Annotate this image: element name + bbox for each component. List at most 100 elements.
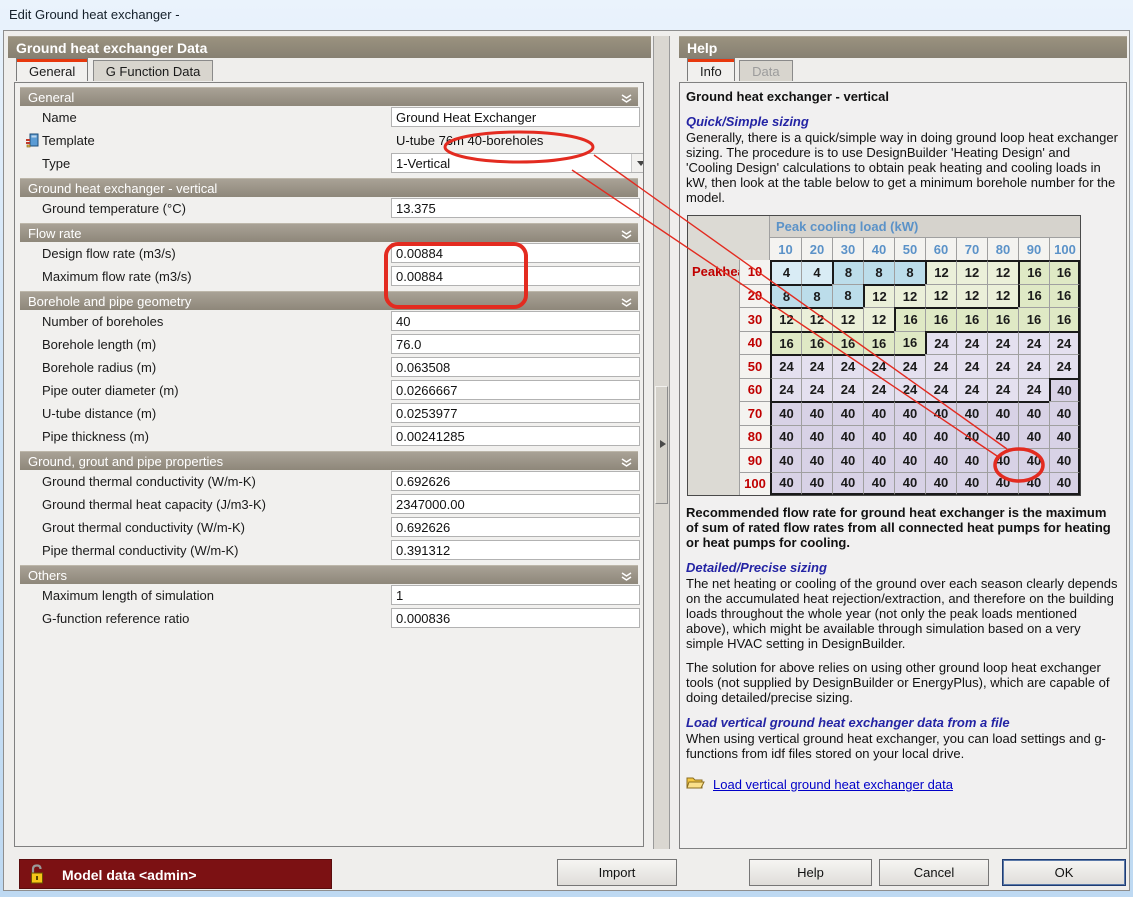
quick-sizing-heading: Quick/Simple sizing xyxy=(686,114,1120,129)
field-input[interactable] xyxy=(391,198,640,218)
table-cell: 40 xyxy=(894,425,925,449)
panel-splitter[interactable] xyxy=(653,36,670,849)
section-header[interactable]: General xyxy=(20,87,638,106)
heating-load-row-header: 20 xyxy=(740,284,770,308)
table-cell: 40 xyxy=(925,401,956,425)
cooling-load-col-header: 40 xyxy=(863,238,894,260)
collapse-chevron-icon[interactable] xyxy=(621,92,632,106)
splitter-collapse-arrow-icon[interactable] xyxy=(660,440,670,448)
field-label: Design flow rate (m3/s) xyxy=(42,246,176,261)
form-row: Pipe thickness (m) xyxy=(20,425,638,448)
field-input[interactable] xyxy=(391,311,640,331)
table-cell: 40 xyxy=(987,472,1018,496)
field-label: Grout thermal conductivity (W/m-K) xyxy=(42,520,245,535)
field-input[interactable] xyxy=(391,540,640,560)
open-folder-icon[interactable] xyxy=(686,775,705,793)
data-tab-row: General G Function Data xyxy=(8,58,651,81)
field-label: Ground temperature (°C) xyxy=(42,201,186,216)
table-cell: 24 xyxy=(1018,378,1049,402)
section-header[interactable]: Flow rate xyxy=(20,223,638,242)
table-cell: 24 xyxy=(925,378,956,402)
heating-load-row-header: 60 xyxy=(740,378,770,402)
table-cell: 12 xyxy=(956,260,987,284)
form-row: G-function reference ratio xyxy=(20,607,638,630)
table-cell: 40 xyxy=(894,472,925,496)
collapse-chevron-icon[interactable] xyxy=(621,228,632,242)
table-cell: 40 xyxy=(956,472,987,496)
collapse-chevron-icon[interactable] xyxy=(621,296,632,310)
table-cell: 40 xyxy=(801,448,832,472)
section-header[interactable]: Ground, grout and pipe properties xyxy=(20,451,638,470)
collapse-chevron-icon[interactable] xyxy=(621,570,632,584)
field-input[interactable] xyxy=(391,494,640,514)
table-cell: 40 xyxy=(987,425,1018,449)
table-cell: 40 xyxy=(770,472,801,496)
help-button[interactable]: Help xyxy=(749,859,872,886)
tab-g-function-data[interactable]: G Function Data xyxy=(93,60,214,81)
heating-load-row-header: 50 xyxy=(740,354,770,378)
table-cell: 24 xyxy=(801,354,832,378)
tab-info[interactable]: Info xyxy=(687,58,735,81)
table-cell: 24 xyxy=(1018,354,1049,378)
cooling-load-col-header: 50 xyxy=(894,238,925,260)
field-input[interactable] xyxy=(391,403,640,423)
help-tab-row: Info Data xyxy=(679,58,1127,81)
field-label: Type xyxy=(42,156,70,171)
table-cell: 24 xyxy=(1049,354,1080,378)
field-label: U-tube distance (m) xyxy=(42,406,156,421)
table-cell: 40 xyxy=(801,425,832,449)
splitter-thumb[interactable] xyxy=(655,386,668,504)
table-cell: 40 xyxy=(770,401,801,425)
section-header[interactable]: Ground heat exchanger - vertical xyxy=(20,178,638,197)
heating-load-row-header: 30 xyxy=(740,307,770,331)
window-titlebar[interactable]: Edit Ground heat exchanger - xyxy=(0,0,1133,30)
table-cell: 24 xyxy=(801,378,832,402)
import-button[interactable]: Import xyxy=(557,859,677,886)
table-cell: 8 xyxy=(801,284,832,308)
table-cell: 24 xyxy=(832,378,863,402)
field-input[interactable] xyxy=(391,517,640,537)
cooling-load-header: Peak cooling load (kW) xyxy=(770,216,1080,238)
table-cell: 40 xyxy=(1049,401,1080,425)
window-title: Edit Ground heat exchanger - xyxy=(9,7,180,22)
field-static-value[interactable]: U-tube 76m 40-boreholes xyxy=(391,133,640,148)
section-header-label: General xyxy=(28,90,74,105)
ok-button[interactable]: OK xyxy=(1002,859,1126,886)
section-header[interactable]: Borehole and pipe geometry xyxy=(20,291,638,310)
field-input[interactable] xyxy=(391,471,640,491)
field-input[interactable] xyxy=(391,107,640,127)
table-cell: 24 xyxy=(956,354,987,378)
tab-general[interactable]: General xyxy=(16,58,88,81)
field-input[interactable] xyxy=(391,334,640,354)
field-combobox[interactable]: 1-Vertical xyxy=(391,153,644,173)
field-input[interactable] xyxy=(391,585,640,605)
table-cell: 24 xyxy=(987,354,1018,378)
combobox-dropdown-arrow-icon[interactable] xyxy=(631,154,644,172)
field-input[interactable] xyxy=(391,380,640,400)
table-cell: 16 xyxy=(956,307,987,331)
form-row: Type1-Vertical xyxy=(20,152,638,175)
table-cell: 16 xyxy=(1018,307,1049,331)
table-cell: 40 xyxy=(863,401,894,425)
field-input[interactable] xyxy=(391,608,640,628)
field-input[interactable] xyxy=(391,357,640,377)
field-input[interactable] xyxy=(391,426,640,446)
table-cell: 40 xyxy=(1018,401,1049,425)
cooling-load-col-header: 90 xyxy=(1018,238,1049,260)
field-input[interactable] xyxy=(391,243,640,263)
field-input[interactable] xyxy=(391,266,640,286)
table-cell: 40 xyxy=(863,425,894,449)
table-cell: 40 xyxy=(863,448,894,472)
table-cell: 8 xyxy=(770,284,801,308)
section-header-label: Ground heat exchanger - vertical xyxy=(28,181,217,196)
load-ghe-data-link[interactable]: Load vertical ground heat exchanger data xyxy=(713,777,953,792)
section-header-label: Flow rate xyxy=(28,226,81,241)
table-cell: 16 xyxy=(1049,284,1080,308)
table-cell: 24 xyxy=(925,354,956,378)
table-cell: 12 xyxy=(863,284,894,308)
collapse-chevron-icon[interactable] xyxy=(621,456,632,470)
section-header[interactable]: Others xyxy=(20,565,638,584)
field-label: Pipe thickness (m) xyxy=(42,429,149,444)
cancel-button[interactable]: Cancel xyxy=(879,859,989,886)
solution-text: The solution for above relies on using o… xyxy=(686,660,1120,705)
